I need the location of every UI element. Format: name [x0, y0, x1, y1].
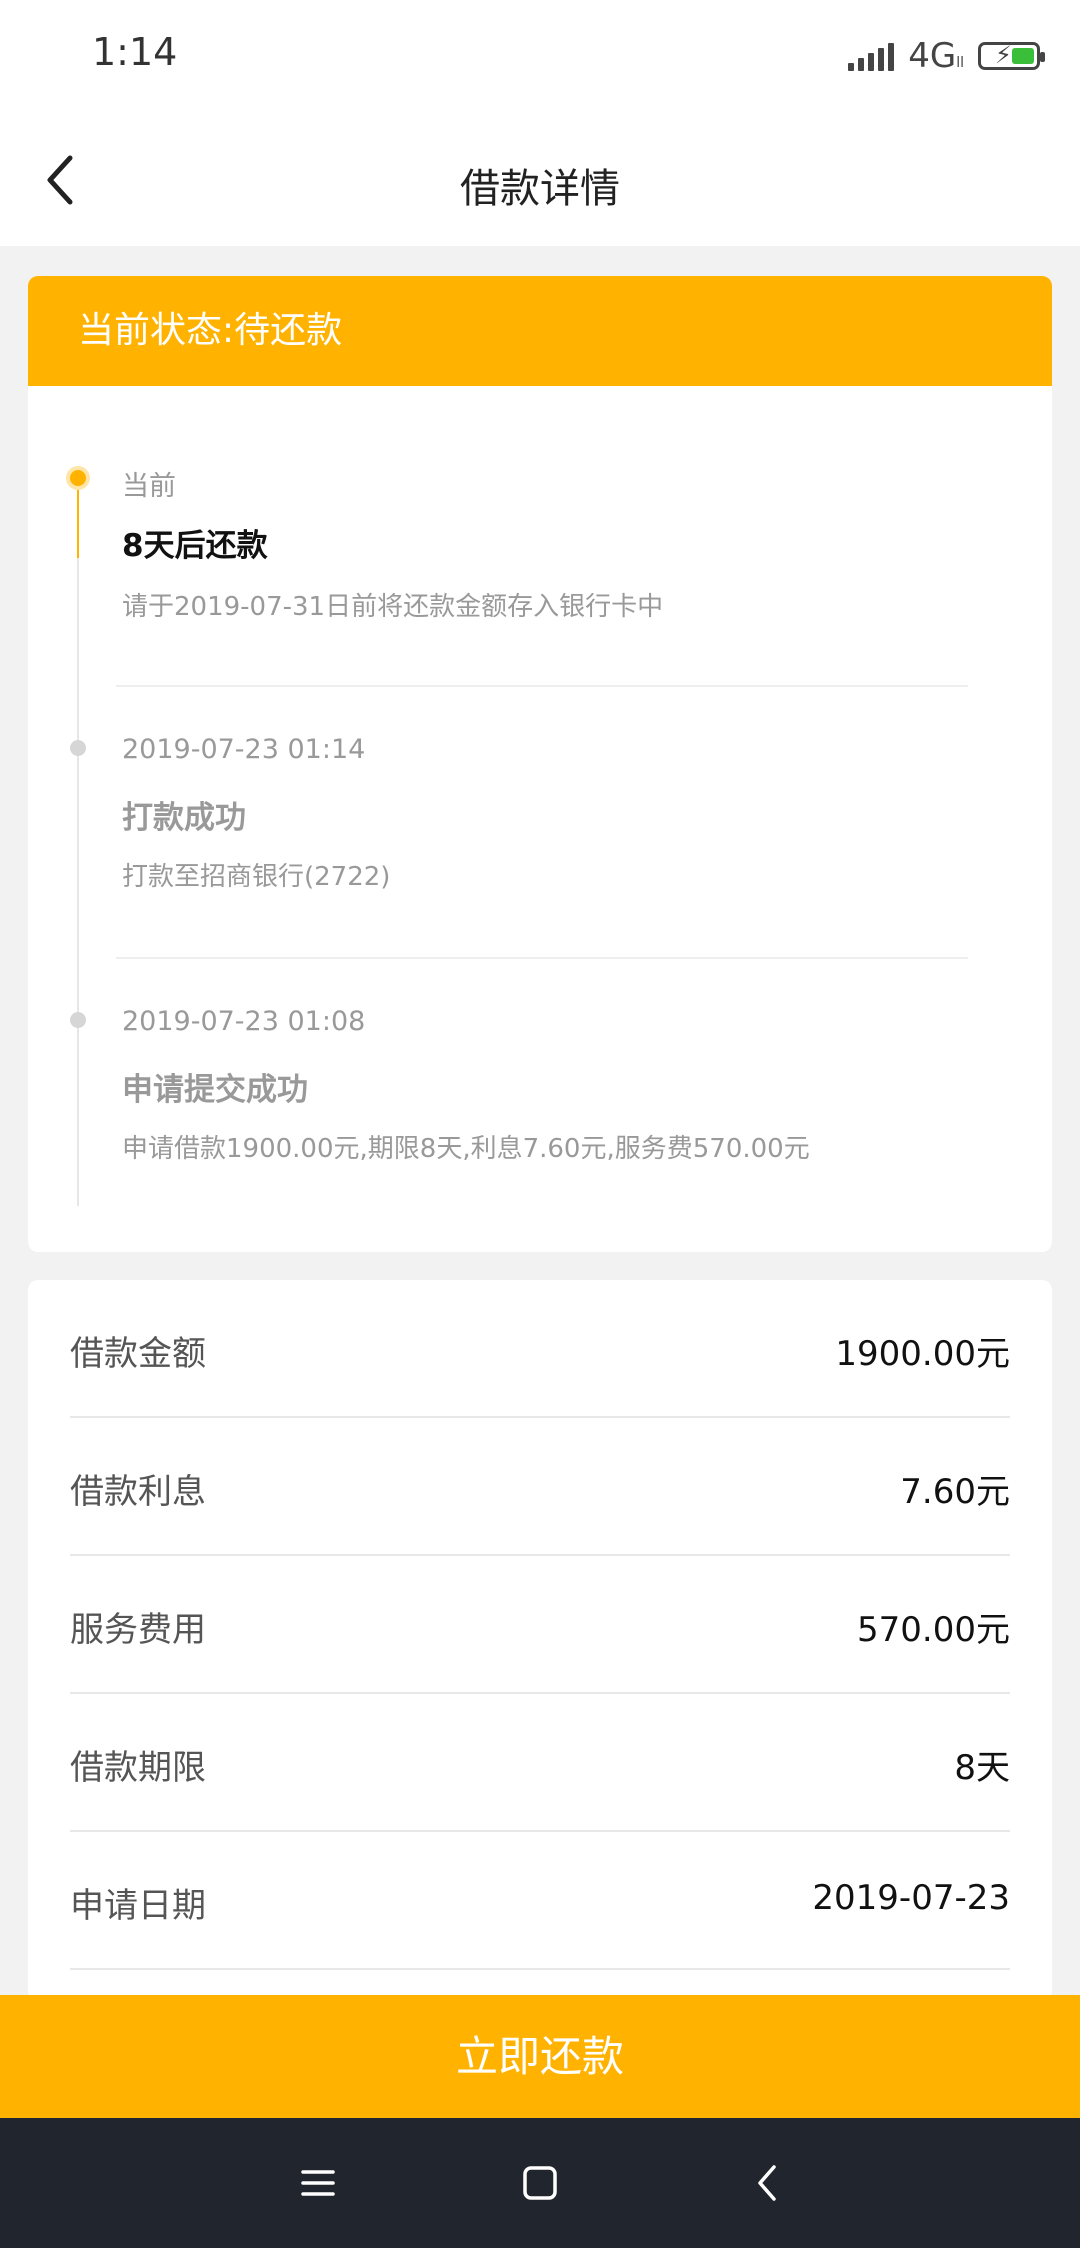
status-icons: 4Gll ⚡ [848, 36, 1045, 76]
timeline-desc: 请于2019-07-31日前将还款金额存入银行卡中 [122, 592, 664, 622]
detail-value: 2019-07-23 [812, 1878, 1010, 1918]
app-header: 借款详情 [0, 110, 1080, 246]
loan-detail-card: 借款金额 1900.00元 借款利息 7.60元 服务费用 570.00元 借款… [28, 1280, 1052, 2000]
timeline-divider [116, 957, 968, 959]
timeline-desc: 打款至招商银行(2722) [122, 862, 391, 892]
status-banner: 当前状态:待还款 [28, 276, 1052, 386]
timeline-line-active [77, 478, 79, 558]
detail-row-amount: 借款金额 1900.00元 [70, 1280, 1010, 1418]
system-nav-bar [0, 2118, 1080, 2248]
detail-label: 借款金额 [70, 1334, 206, 1374]
detail-value: 7.60元 [900, 1472, 1010, 1512]
home-icon[interactable] [510, 2153, 570, 2213]
detail-row-term: 借款期限 8天 [70, 1694, 1010, 1832]
timeline-time: 2019-07-23 01:14 [122, 734, 366, 765]
timeline-line [77, 558, 79, 1206]
timeline-divider [116, 685, 968, 687]
timeline-desc: 申请借款1900.00元,期限8天,利息7.60元,服务费570.00元 [122, 1134, 810, 1164]
signal-icon [848, 41, 895, 71]
timeline-title: 打款成功 [122, 800, 246, 836]
detail-row-service-fee: 服务费用 570.00元 [70, 1556, 1010, 1694]
timeline-title: 申请提交成功 [122, 1072, 308, 1108]
detail-label: 服务费用 [70, 1610, 206, 1650]
timeline-title: 8天后还款 [122, 528, 268, 564]
timeline-time: 2019-07-23 01:08 [122, 1006, 366, 1037]
detail-label: 申请日期 [70, 1886, 206, 1926]
detail-value: 8天 [954, 1748, 1010, 1788]
status-time: 1:14 [92, 30, 178, 74]
page-title: 借款详情 [460, 166, 620, 212]
timeline-dot [70, 1012, 86, 1028]
detail-row-interest: 借款利息 7.60元 [70, 1418, 1010, 1556]
back-nav-icon[interactable] [738, 2153, 798, 2213]
detail-value: 1900.00元 [835, 1334, 1010, 1374]
detail-label: 借款利息 [70, 1472, 206, 1512]
timeline-dot [70, 740, 86, 756]
battery-icon: ⚡ [978, 41, 1045, 70]
detail-value: 570.00元 [857, 1610, 1010, 1650]
timeline-time: 当前 [122, 471, 176, 502]
timeline-dot-active [70, 470, 86, 486]
network-label: 4Gll [908, 36, 964, 76]
menu-icon[interactable] [288, 2153, 348, 2213]
status-bar: 1:14 4Gll ⚡ [0, 0, 1080, 110]
loan-status-card: 当前状态:待还款 当前 8天后还款 请于2019-07-31日前将还款金额存入银… [28, 276, 1052, 1252]
repay-now-button[interactable]: 立即还款 [0, 1995, 1080, 2118]
detail-row-apply-date: 申请日期 2019-07-23 [70, 1832, 1010, 1970]
detail-label: 借款期限 [70, 1748, 206, 1788]
